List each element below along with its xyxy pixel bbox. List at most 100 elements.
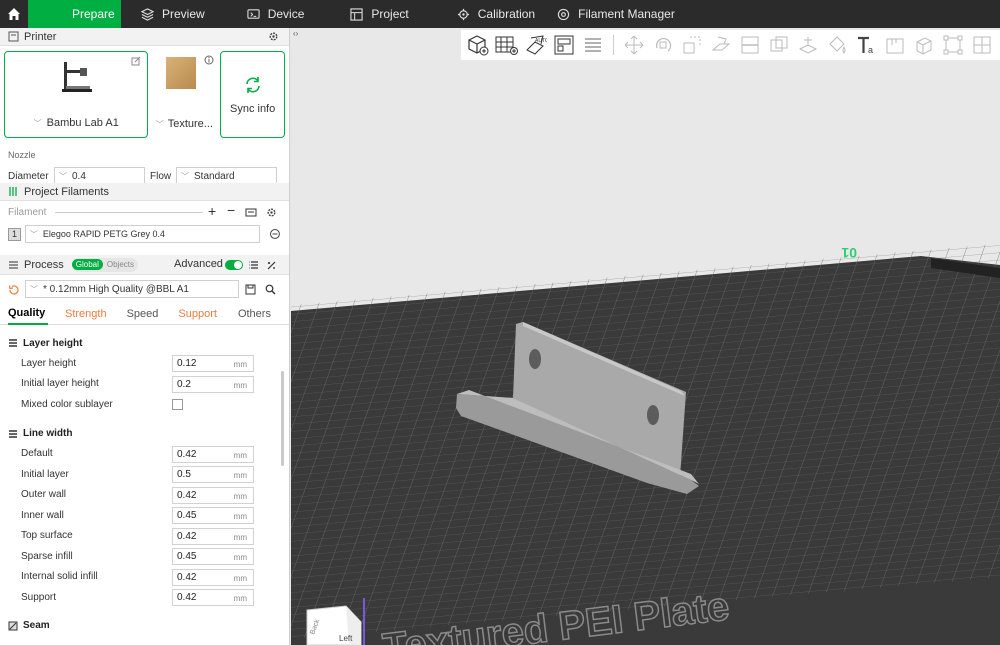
scale-tool-button[interactable] (679, 33, 705, 57)
printer-card[interactable]: ﹀ Bambu Lab A1 (4, 51, 149, 138)
edit-icon[interactable] (131, 56, 141, 66)
support-paint-icon (798, 37, 818, 54)
process-preset-select[interactable]: ﹀ * 0.12mm High Quality @BBL A1 (25, 280, 239, 298)
tab-filament-manager[interactable]: Filament Manager (553, 0, 693, 28)
preset-name: * 0.12mm High Quality @BBL A1 (43, 283, 189, 295)
setting-value: 0.42 (177, 448, 197, 460)
setting-label: Outer wall (21, 489, 67, 501)
info-icon[interactable] (204, 55, 214, 65)
objects-option[interactable]: Objects (103, 260, 138, 269)
auto-orient-button[interactable]: AUTO (522, 33, 548, 57)
process-section-header: Process Global Objects Advanced (0, 255, 289, 275)
reset-icon[interactable] (8, 284, 19, 295)
filament-toolbar: Filament + − (0, 201, 289, 223)
filament-settings-icon[interactable] (245, 207, 257, 218)
unit-label: mm (233, 594, 247, 603)
gear-icon[interactable] (268, 31, 279, 42)
save-icon[interactable] (245, 284, 256, 295)
search-icon[interactable] (265, 284, 276, 295)
split-button[interactable] (580, 33, 606, 57)
plate-card[interactable]: ﹀ Texture... (152, 51, 216, 138)
layout-button[interactable] (969, 33, 995, 57)
unit-label: mm (233, 532, 247, 542)
boolean-tool-button[interactable] (766, 33, 792, 57)
tab-strength[interactable]: Strength (65, 308, 107, 320)
list-icon[interactable] (248, 260, 259, 270)
line-width-initial-layer-input[interactable]: 0.5 mm (172, 466, 254, 483)
tab-device[interactable]: Device (223, 0, 323, 28)
line-width-internal-solid-infill-input[interactable]: 0.42 mm (172, 568, 254, 586)
line-width-sparse-infill-input[interactable]: 0.45 mm (172, 548, 254, 565)
calibration-icon (457, 8, 469, 20)
tab-calibration[interactable]: Calibration (427, 0, 553, 28)
tab-prepare[interactable]: Prepare (28, 0, 121, 28)
tab-label: Project (371, 7, 409, 21)
fit-view-icon (943, 35, 963, 55)
tab-project[interactable]: Project (322, 0, 426, 28)
fit-view-button[interactable] (940, 33, 966, 57)
boolean-icon (770, 36, 788, 52)
svg-text:AUTO: AUTO (535, 38, 547, 44)
global-option[interactable]: Global (71, 259, 103, 270)
add-plate-button[interactable] (493, 33, 519, 57)
setting-label: Mixed color sublayer (21, 398, 113, 410)
arrange-button[interactable] (551, 33, 577, 57)
cut-tool-button[interactable] (737, 33, 763, 57)
tab-quality[interactable]: Quality (8, 303, 48, 325)
measure-tool-button[interactable] (882, 33, 908, 57)
line-width-inner-wall-input[interactable]: 0.45 mm (172, 507, 254, 524)
remove-icon[interactable]: − (227, 202, 235, 218)
setting-row: Initial layer 0.5 mm (0, 464, 289, 485)
setting-row: Sparse infill 0.45 mm (0, 546, 289, 567)
3d-viewport[interactable]: ‹› 01 Textured PEI Plate Left Back AUTO … (291, 28, 1000, 645)
settings-scrollbar[interactable] (281, 371, 284, 466)
home-button[interactable] (0, 0, 28, 28)
sync-info-button[interactable]: Sync info (220, 51, 285, 138)
add-icon[interactable]: + (208, 203, 216, 219)
assembly-button[interactable] (911, 33, 937, 57)
filament-select[interactable]: ﹀ Elegoo RAPID PETG Grey 0.4 (24, 225, 261, 243)
color-paint-button[interactable] (824, 33, 850, 57)
split-layers-icon (585, 38, 601, 52)
remove-filament-icon[interactable] (269, 228, 281, 240)
line-width-support-input[interactable]: 0.42 mm (172, 589, 254, 606)
sync-icon (245, 76, 260, 93)
setting-row: Layer height 0.12 mm (0, 353, 289, 374)
global-objects-toggle[interactable]: Global Objects (71, 257, 138, 272)
add-plate-icon (495, 36, 518, 55)
support-paint-button[interactable] (795, 33, 821, 57)
line-width-default-input[interactable]: 0.42 mm (172, 445, 254, 463)
advanced-switch[interactable] (225, 260, 243, 270)
rotate-tool-button[interactable] (650, 33, 676, 57)
view-cube-front: Left (339, 634, 353, 643)
line-width-top-surface-input[interactable]: 0.42 mm (172, 527, 254, 545)
lay-on-face-button[interactable] (708, 33, 734, 57)
text-tool-button[interactable]: a (853, 33, 879, 57)
setting-row: Top surface 0.42 mm (0, 526, 289, 547)
process-icon (9, 261, 18, 269)
filament-manager-icon (557, 8, 570, 20)
tab-others[interactable]: Others (238, 308, 271, 320)
line-width-icon (9, 429, 17, 438)
mixed-color-checkbox[interactable] (172, 399, 183, 410)
process-section: Process Global Objects Advanced ﹀ * 0.12m… (0, 255, 289, 325)
compare-icon[interactable] (266, 260, 277, 271)
tab-speed[interactable]: Speed (127, 308, 159, 320)
gear-icon[interactable] (266, 207, 277, 218)
setting-value: 0.2 (177, 378, 191, 390)
layer-height-icon (9, 339, 17, 347)
tab-support[interactable]: Support (178, 308, 217, 320)
add-object-button[interactable] (464, 33, 490, 57)
diameter-value: 0.4 (72, 170, 86, 182)
tab-preview[interactable]: Preview (121, 0, 223, 28)
unit-label: mm (233, 450, 247, 460)
printer-row: ﹀ Bambu Lab A1 ﹀ Texture... Sync info (0, 46, 289, 138)
line-width-outer-wall-input[interactable]: 0.42 mm (172, 486, 254, 504)
initial-layer-height-input[interactable]: 0.2 mm (172, 375, 254, 393)
layout-icon (973, 36, 991, 54)
move-tool-button[interactable] (621, 33, 647, 57)
setting-label: Sparse infill (21, 550, 73, 562)
setting-value: 0.42 (177, 571, 197, 583)
layer-height-input[interactable]: 0.12 mm (172, 355, 254, 372)
setting-row: Internal solid infill 0.42 mm (0, 567, 289, 588)
